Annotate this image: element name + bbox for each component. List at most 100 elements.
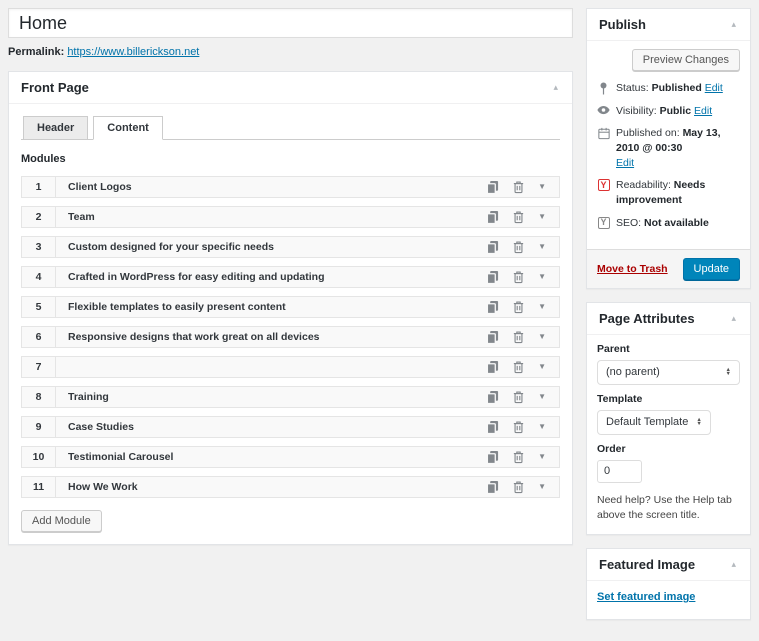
trash-icon[interactable] <box>512 360 525 374</box>
status-value: Published <box>652 82 702 94</box>
chevron-down-icon[interactable]: ▼ <box>538 273 546 281</box>
trash-icon[interactable] <box>512 270 525 284</box>
module-row[interactable]: 2 Team ▼ <box>21 206 560 228</box>
module-title: Case Studies <box>56 417 486 437</box>
duplicate-icon[interactable] <box>486 180 499 194</box>
trash-icon[interactable] <box>512 420 525 434</box>
module-actions: ▼ <box>486 327 559 347</box>
published-text: Published on: May 13, 2010 @ 00:30 Edit <box>616 126 740 170</box>
visibility-label: Visibility: <box>616 105 657 117</box>
chevron-down-icon[interactable]: ▼ <box>538 243 546 251</box>
preview-changes-button[interactable]: Preview Changes <box>632 49 740 71</box>
featured-image-body: Set featured image <box>587 581 750 619</box>
module-number: 4 <box>22 267 56 287</box>
status-edit-link[interactable]: Edit <box>705 82 723 94</box>
collapse-icon[interactable]: ▴ <box>729 558 738 571</box>
parent-select[interactable]: (no parent) ▲▼ <box>597 360 740 385</box>
trash-icon[interactable] <box>512 300 525 314</box>
parent-select-value: (no parent) <box>606 366 660 378</box>
featured-image-metabox: Featured Image ▴ Set featured image <box>586 548 751 620</box>
order-input[interactable] <box>597 460 642 483</box>
module-row[interactable]: 7 ▼ <box>21 356 560 378</box>
module-actions: ▼ <box>486 357 559 377</box>
module-title: How We Work <box>56 477 486 497</box>
permalink-label: Permalink: <box>8 46 64 58</box>
collapse-icon[interactable]: ▴ <box>729 18 738 31</box>
module-row[interactable]: 10 Testimonial Carousel ▼ <box>21 446 560 468</box>
publish-title: Publish <box>599 17 646 32</box>
featured-image-metabox-header[interactable]: Featured Image ▴ <box>587 549 750 581</box>
duplicate-icon[interactable] <box>486 210 499 224</box>
module-row[interactable]: 8 Training ▼ <box>21 386 560 408</box>
duplicate-icon[interactable] <box>486 420 499 434</box>
tab-header[interactable]: Header <box>23 116 88 140</box>
front-page-metabox-header[interactable]: Front Page ▴ <box>9 72 572 104</box>
chevron-down-icon[interactable]: ▼ <box>538 453 546 461</box>
featured-image-title: Featured Image <box>599 557 695 572</box>
module-number: 9 <box>22 417 56 437</box>
readability-text: Readability: Needs improvement <box>616 178 740 207</box>
yoast-seo-icon: Y <box>597 217 610 229</box>
chevron-down-icon[interactable]: ▼ <box>538 213 546 221</box>
trash-icon[interactable] <box>512 180 525 194</box>
front-page-body: Header Content Modules 1 Client Logos ▼ … <box>9 104 572 544</box>
published-edit-link[interactable]: Edit <box>616 157 634 169</box>
module-number: 5 <box>22 297 56 317</box>
chevron-down-icon[interactable]: ▼ <box>538 363 546 371</box>
module-row[interactable]: 4 Crafted in WordPress for easy editing … <box>21 266 560 288</box>
publish-metabox-header[interactable]: Publish ▴ <box>587 9 750 41</box>
module-title: Training <box>56 387 486 407</box>
publishing-actions: Move to Trash Update <box>587 249 750 288</box>
post-title-input[interactable] <box>8 8 573 38</box>
select-arrows-icon: ▲▼ <box>696 418 701 427</box>
trash-icon[interactable] <box>512 240 525 254</box>
module-number: 2 <box>22 207 56 227</box>
duplicate-icon[interactable] <box>486 270 499 284</box>
visibility-value: Public <box>660 105 692 117</box>
set-featured-image-link[interactable]: Set featured image <box>597 591 695 603</box>
move-to-trash-link[interactable]: Move to Trash <box>597 263 668 275</box>
duplicate-icon[interactable] <box>486 330 499 344</box>
published-row: Published on: May 13, 2010 @ 00:30 Edit <box>597 126 740 170</box>
module-row[interactable]: 9 Case Studies ▼ <box>21 416 560 438</box>
duplicate-icon[interactable] <box>486 450 499 464</box>
duplicate-icon[interactable] <box>486 300 499 314</box>
trash-icon[interactable] <box>512 450 525 464</box>
module-row[interactable]: 1 Client Logos ▼ <box>21 176 560 198</box>
module-actions: ▼ <box>486 477 559 497</box>
trash-icon[interactable] <box>512 480 525 494</box>
collapse-icon[interactable]: ▴ <box>729 312 738 325</box>
module-row[interactable]: 11 How We Work ▼ <box>21 476 560 498</box>
collapse-icon[interactable]: ▴ <box>551 81 560 94</box>
page-attributes-metabox-header[interactable]: Page Attributes ▴ <box>587 303 750 335</box>
status-row: Status: Published Edit <box>597 81 740 96</box>
chevron-down-icon[interactable]: ▼ <box>538 303 546 311</box>
duplicate-icon[interactable] <box>486 480 499 494</box>
duplicate-icon[interactable] <box>486 390 499 404</box>
module-actions: ▼ <box>486 267 559 287</box>
trash-icon[interactable] <box>512 390 525 404</box>
template-select[interactable]: Default Template ▲▼ <box>597 410 711 435</box>
module-row[interactable]: 3 Custom designed for your specific need… <box>21 236 560 258</box>
chevron-down-icon[interactable]: ▼ <box>538 333 546 341</box>
chevron-down-icon[interactable]: ▼ <box>538 483 546 491</box>
module-title: Flexible templates to easily present con… <box>56 297 486 317</box>
duplicate-icon[interactable] <box>486 360 499 374</box>
calendar-icon <box>597 127 610 140</box>
chevron-down-icon[interactable]: ▼ <box>538 183 546 191</box>
add-module-button[interactable]: Add Module <box>21 510 102 532</box>
visibility-edit-link[interactable]: Edit <box>694 105 712 117</box>
module-row[interactable]: 6 Responsive designs that work great on … <box>21 326 560 348</box>
tab-content[interactable]: Content <box>93 116 163 140</box>
trash-icon[interactable] <box>512 330 525 344</box>
order-label: Order <box>597 443 740 455</box>
duplicate-icon[interactable] <box>486 240 499 254</box>
editor-column: Permalink: https://www.billerickson.net … <box>8 8 573 633</box>
chevron-down-icon[interactable]: ▼ <box>538 423 546 431</box>
module-row[interactable]: 5 Flexible templates to easily present c… <box>21 296 560 318</box>
trash-icon[interactable] <box>512 210 525 224</box>
permalink-link[interactable]: https://www.billerickson.net <box>67 46 199 58</box>
chevron-down-icon[interactable]: ▼ <box>538 393 546 401</box>
update-button[interactable]: Update <box>683 258 740 280</box>
module-number: 3 <box>22 237 56 257</box>
